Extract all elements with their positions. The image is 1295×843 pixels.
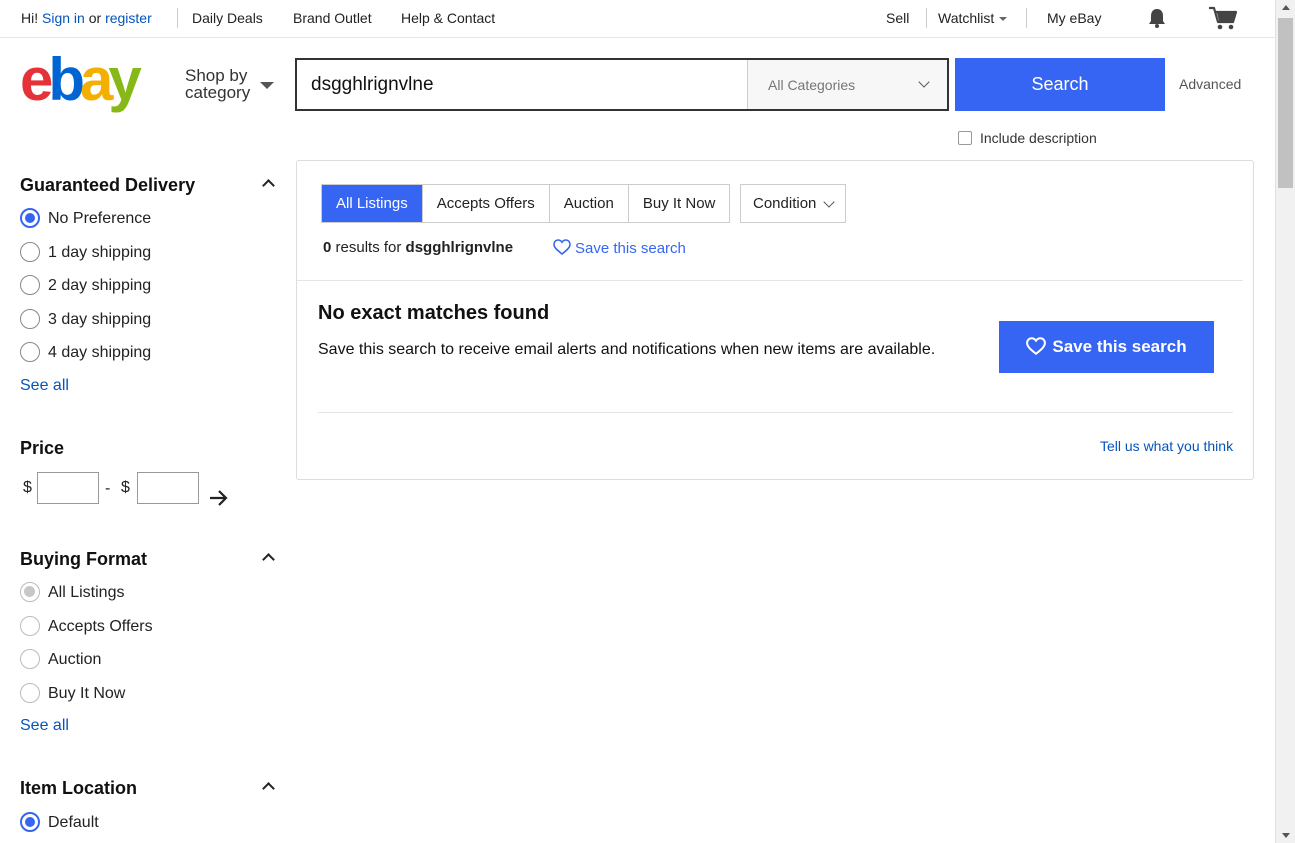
arrow-right-icon[interactable] bbox=[208, 488, 230, 508]
radio-label[interactable]: Buy It Now bbox=[48, 685, 125, 703]
scrollbar[interactable] bbox=[1275, 0, 1295, 843]
bell-icon[interactable] bbox=[1146, 7, 1168, 29]
radio-label[interactable]: All Listings bbox=[48, 584, 124, 602]
search-input[interactable] bbox=[311, 74, 731, 96]
search-box: All Categories bbox=[295, 58, 949, 111]
ebay-logo-text: ebay bbox=[20, 54, 142, 113]
register-link[interactable]: register bbox=[105, 10, 152, 26]
see-all-delivery-link[interactable]: See all bbox=[20, 377, 69, 395]
category-select-label: All Categories bbox=[768, 77, 856, 93]
price-separator: - bbox=[105, 480, 111, 497]
search-query: dsgghlrignvlne bbox=[405, 239, 514, 256]
guaranteed-delivery-heading: Guaranteed Delivery bbox=[20, 175, 196, 195]
results-panel: All Listings Accepts Offers Auction Buy … bbox=[296, 160, 1254, 480]
tab-buy-it-now[interactable]: Buy It Now bbox=[627, 185, 730, 222]
heart-icon bbox=[553, 239, 571, 256]
include-description[interactable]: Include description bbox=[958, 130, 1097, 146]
divider bbox=[177, 8, 178, 28]
chevron-down-icon bbox=[999, 17, 1008, 22]
radio-2-day[interactable] bbox=[20, 275, 40, 295]
radio-buy-it-now[interactable] bbox=[20, 683, 40, 703]
shop-by-category[interactable]: Shop by category bbox=[185, 67, 250, 101]
currency-symbol: $ bbox=[121, 479, 130, 496]
condition-dropdown[interactable]: Condition bbox=[740, 184, 846, 223]
radio-auction[interactable] bbox=[20, 649, 40, 669]
advanced-search-link[interactable]: Advanced bbox=[1179, 76, 1241, 92]
scroll-up-icon[interactable] bbox=[1282, 5, 1290, 10]
radio-label[interactable]: Auction bbox=[48, 651, 101, 669]
condition-label: Condition bbox=[753, 195, 817, 212]
feedback-link[interactable]: Tell us what you think bbox=[1100, 438, 1233, 454]
radio-label[interactable]: No Preference bbox=[48, 210, 151, 228]
radio-4-day[interactable] bbox=[20, 342, 40, 362]
watchlist-menu[interactable]: Watchlist bbox=[938, 10, 1008, 26]
no-match-title: No exact matches found bbox=[318, 302, 550, 324]
save-search-link[interactable]: Save this search bbox=[553, 239, 686, 257]
radio-label[interactable]: Accepts Offers bbox=[48, 618, 153, 636]
heart-icon bbox=[1026, 337, 1047, 356]
buying-format-heading: Buying Format bbox=[20, 549, 148, 569]
see-all-format-link[interactable]: See all bbox=[20, 717, 69, 735]
caret-down-icon[interactable] bbox=[260, 82, 274, 89]
min-price-input[interactable] bbox=[37, 472, 99, 504]
brand-outlet-link[interactable]: Brand Outlet bbox=[293, 10, 372, 26]
radio-3-day[interactable] bbox=[20, 309, 40, 329]
tab-all-listings[interactable]: All Listings bbox=[322, 185, 422, 222]
radio-label[interactable]: Default bbox=[48, 814, 99, 832]
help-contact-link[interactable]: Help & Contact bbox=[401, 10, 495, 26]
tab-auction[interactable]: Auction bbox=[548, 185, 628, 222]
divider bbox=[926, 8, 927, 28]
chevron-up-icon[interactable] bbox=[262, 179, 275, 192]
my-ebay-link[interactable]: My eBay bbox=[1047, 10, 1101, 26]
radio-accepts-offers[interactable] bbox=[20, 616, 40, 636]
or-text: or bbox=[88, 10, 102, 26]
radio-label[interactable]: 3 day shipping bbox=[48, 311, 151, 329]
radio-label[interactable]: 4 day shipping bbox=[48, 344, 151, 362]
item-location-heading: Item Location bbox=[20, 778, 138, 798]
save-search-button[interactable]: Save this search bbox=[999, 321, 1214, 373]
search-button[interactable]: Search bbox=[955, 58, 1165, 111]
no-match-body: Save this search to receive email alerts… bbox=[318, 341, 936, 358]
greeting: Hi! Sign in or register bbox=[21, 10, 152, 26]
max-price-input[interactable] bbox=[137, 472, 199, 504]
price-heading: Price bbox=[20, 438, 65, 458]
top-nav: Hi! Sign in or register Daily Deals Bran… bbox=[0, 0, 1275, 38]
currency-symbol: $ bbox=[23, 479, 32, 496]
save-search-link-label: Save this search bbox=[575, 240, 686, 257]
save-search-button-label: Save this search bbox=[1052, 337, 1187, 356]
include-description-label: Include description bbox=[980, 130, 1097, 146]
scroll-thumb[interactable] bbox=[1278, 18, 1293, 188]
radio-no-preference[interactable] bbox=[20, 208, 40, 228]
chevron-up-icon[interactable] bbox=[262, 553, 275, 566]
scroll-down-icon[interactable] bbox=[1282, 833, 1290, 838]
chevron-down-icon bbox=[823, 196, 835, 208]
chevron-up-icon[interactable] bbox=[262, 782, 275, 795]
radio-label[interactable]: 2 day shipping bbox=[48, 277, 151, 295]
divider bbox=[318, 412, 1233, 413]
format-tabs: All Listings Accepts Offers Auction Buy … bbox=[321, 184, 731, 223]
result-count: 0 results for dsgghlrignvlne bbox=[323, 239, 513, 256]
sell-link[interactable]: Sell bbox=[886, 10, 909, 26]
results-for-text: results for bbox=[335, 239, 402, 256]
radio-1-day[interactable] bbox=[20, 242, 40, 262]
ebay-logo[interactable]: ebay bbox=[20, 46, 168, 116]
radio-label[interactable]: 1 day shipping bbox=[48, 244, 151, 262]
sign-in-link[interactable]: Sign in bbox=[42, 10, 85, 26]
cart-icon[interactable] bbox=[1208, 5, 1238, 31]
shop-by-line2: category bbox=[185, 83, 251, 102]
shop-by-line1: Shop by bbox=[185, 66, 248, 85]
divider bbox=[1026, 8, 1027, 28]
include-description-checkbox[interactable] bbox=[958, 131, 972, 145]
radio-default-location[interactable] bbox=[20, 812, 40, 832]
daily-deals-link[interactable]: Daily Deals bbox=[192, 10, 263, 26]
watchlist-label: Watchlist bbox=[938, 10, 995, 26]
divider bbox=[297, 280, 1243, 281]
category-select[interactable]: All Categories bbox=[747, 60, 947, 109]
greeting-text: Hi! bbox=[21, 10, 39, 26]
chevron-down-icon bbox=[918, 76, 930, 88]
result-count-number: 0 bbox=[323, 239, 332, 256]
tab-accepts-offers[interactable]: Accepts Offers bbox=[421, 185, 549, 222]
radio-all-listings[interactable] bbox=[20, 582, 40, 602]
